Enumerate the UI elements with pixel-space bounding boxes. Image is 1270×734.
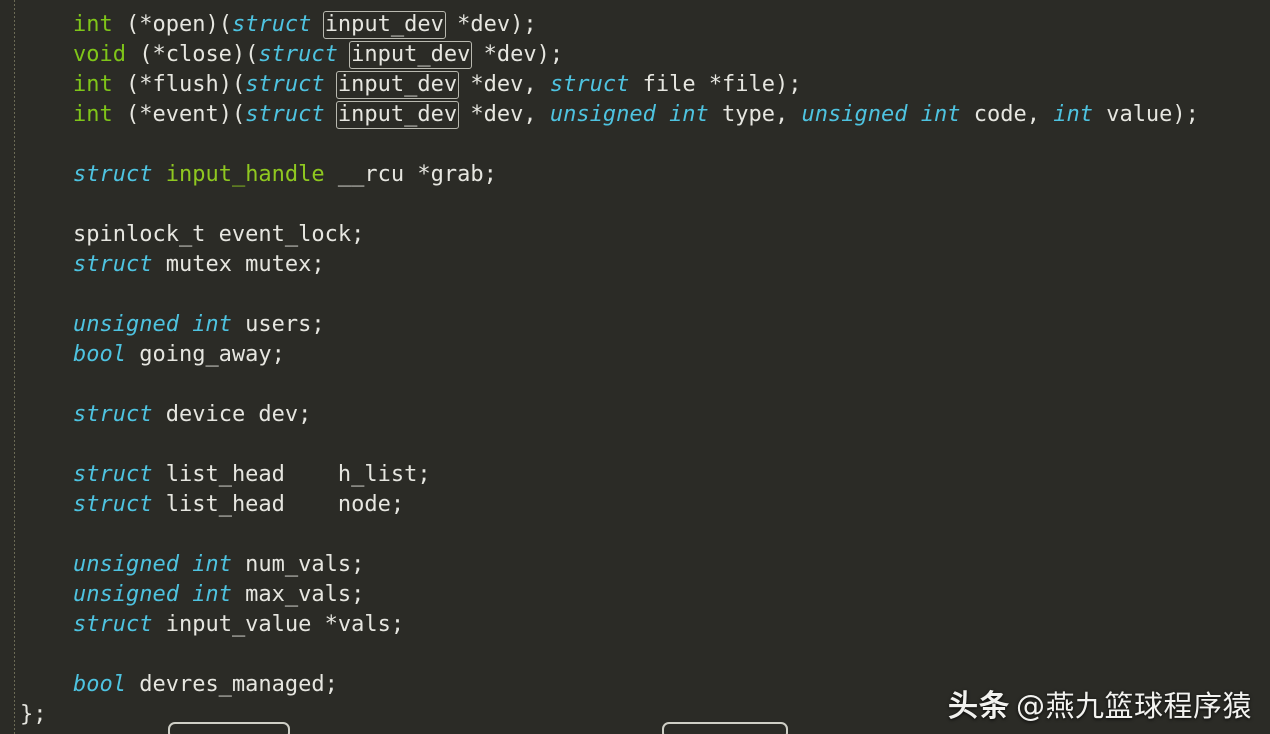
code-token-plain: (*open)( bbox=[112, 12, 232, 37]
code-token-type: int bbox=[72, 102, 113, 127]
code-token-kw: struct bbox=[72, 402, 153, 427]
code-line[interactable]: struct list_head h_list; bbox=[0, 460, 1270, 490]
code-token-plain: (*flush)( bbox=[112, 72, 246, 97]
code-line[interactable]: unsigned int num_vals; bbox=[0, 550, 1270, 580]
code-token-kw: bool bbox=[72, 672, 126, 697]
code-token-plain: list_head node; bbox=[152, 492, 405, 517]
code-token-plain: file *file); bbox=[629, 72, 802, 97]
code-token-plain: (*event)( bbox=[112, 102, 246, 127]
code-line[interactable]: struct mutex mutex; bbox=[0, 250, 1270, 280]
code-token-plain: value); bbox=[1092, 102, 1199, 127]
code-token-plain: *dev); bbox=[443, 12, 537, 37]
code-token-type: int bbox=[72, 12, 113, 37]
code-token-plain: type, bbox=[708, 102, 802, 127]
code-editor[interactable]: int (*open)(struct input_dev *dev); void… bbox=[0, 0, 1270, 734]
code-token-plain: max_vals; bbox=[231, 582, 365, 607]
code-token-plain: __rcu *grab; bbox=[324, 162, 497, 187]
code-token-kw: struct bbox=[258, 42, 338, 67]
code-token-plain: going_away; bbox=[125, 342, 285, 367]
code-line-blank[interactable] bbox=[0, 190, 1270, 220]
code-line[interactable]: void (*close)(struct input_dev *dev); bbox=[0, 40, 1270, 70]
code-token-plain: code, bbox=[960, 102, 1054, 127]
code-token-plain: *dev, bbox=[457, 72, 550, 97]
code-token-kw: struct bbox=[549, 72, 630, 97]
code-token-plain: *dev); bbox=[470, 42, 564, 67]
code-token-plain: devres_managed; bbox=[125, 672, 338, 697]
code-token-plain: users; bbox=[231, 312, 325, 337]
code-token-kw: unsigned int bbox=[72, 582, 232, 607]
code-token-type: int bbox=[72, 72, 113, 97]
bottom-widget-left[interactable] bbox=[168, 722, 290, 734]
code-line[interactable]: struct list_head node; bbox=[0, 490, 1270, 520]
occurrence-highlight-input-dev[interactable]: input_dev bbox=[322, 11, 446, 39]
code-token-plain: *dev, bbox=[457, 102, 550, 127]
code-token-kw: struct bbox=[72, 162, 153, 187]
occurrence-highlight-input-dev[interactable]: input_dev bbox=[349, 41, 473, 69]
code-line[interactable]: struct input_handle __rcu *grab; bbox=[0, 160, 1270, 190]
code-token-kw: struct bbox=[72, 252, 153, 277]
code-token-kw: int bbox=[1053, 102, 1093, 127]
code-line[interactable]: struct input_value *vals; bbox=[0, 610, 1270, 640]
code-token-kw: struct bbox=[72, 462, 153, 487]
code-token-kw: struct bbox=[72, 492, 153, 517]
code-line-blank[interactable] bbox=[0, 520, 1270, 550]
code-line[interactable]: int (*open)(struct input_dev *dev); bbox=[0, 10, 1270, 40]
code-token-plain: spinlock_t event_lock; bbox=[20, 222, 365, 247]
code-token-plain: mutex mutex; bbox=[152, 252, 325, 277]
code-token-kw: struct bbox=[72, 612, 153, 637]
code-token-kw: unsigned int bbox=[72, 552, 232, 577]
code-line-blank[interactable] bbox=[0, 130, 1270, 160]
code-token-plain: (*close)( bbox=[125, 42, 259, 67]
code-line[interactable]: int (*flush)(struct input_dev *dev, stru… bbox=[0, 70, 1270, 100]
code-token-kw: bool bbox=[72, 342, 126, 367]
code-surface[interactable]: int (*open)(struct input_dev *dev); void… bbox=[0, 10, 1270, 730]
code-token-structname: input_handle bbox=[165, 162, 325, 187]
code-line-blank[interactable] bbox=[0, 280, 1270, 310]
code-line[interactable]: spinlock_t event_lock; bbox=[0, 220, 1270, 250]
occurrence-highlight-input-dev[interactable]: input_dev bbox=[335, 101, 460, 129]
code-token-plain: }; bbox=[20, 702, 47, 727]
code-token-kw: struct bbox=[231, 12, 312, 37]
code-token-type: void bbox=[72, 42, 126, 67]
code-line[interactable]: struct device dev; bbox=[0, 400, 1270, 430]
code-token-plain: num_vals; bbox=[231, 552, 365, 577]
code-line[interactable]: int (*event)(struct input_dev *dev, unsi… bbox=[0, 100, 1270, 130]
code-line[interactable]: unsigned int max_vals; bbox=[0, 580, 1270, 610]
code-token-kw: unsigned int bbox=[549, 102, 709, 127]
code-line-blank[interactable] bbox=[0, 640, 1270, 670]
bottom-widget-right[interactable] bbox=[662, 722, 788, 734]
code-line[interactable]: bool devres_managed; bbox=[0, 670, 1270, 700]
code-token-plain: input_value *vals; bbox=[152, 612, 405, 637]
code-token-kw: struct bbox=[245, 102, 325, 127]
code-token-kw: struct bbox=[245, 72, 325, 97]
code-token-plain: device dev; bbox=[152, 402, 312, 427]
code-line-blank[interactable] bbox=[0, 370, 1270, 400]
code-token-kw: unsigned int bbox=[801, 102, 961, 127]
code-line[interactable]: unsigned int users; bbox=[0, 310, 1270, 340]
occurrence-highlight-input-dev[interactable]: input_dev bbox=[335, 71, 460, 99]
code-token-plain: list_head h_list; bbox=[152, 462, 431, 487]
code-line[interactable]: bool going_away; bbox=[0, 340, 1270, 370]
code-line-blank[interactable] bbox=[0, 430, 1270, 460]
code-token-kw: unsigned int bbox=[72, 312, 232, 337]
